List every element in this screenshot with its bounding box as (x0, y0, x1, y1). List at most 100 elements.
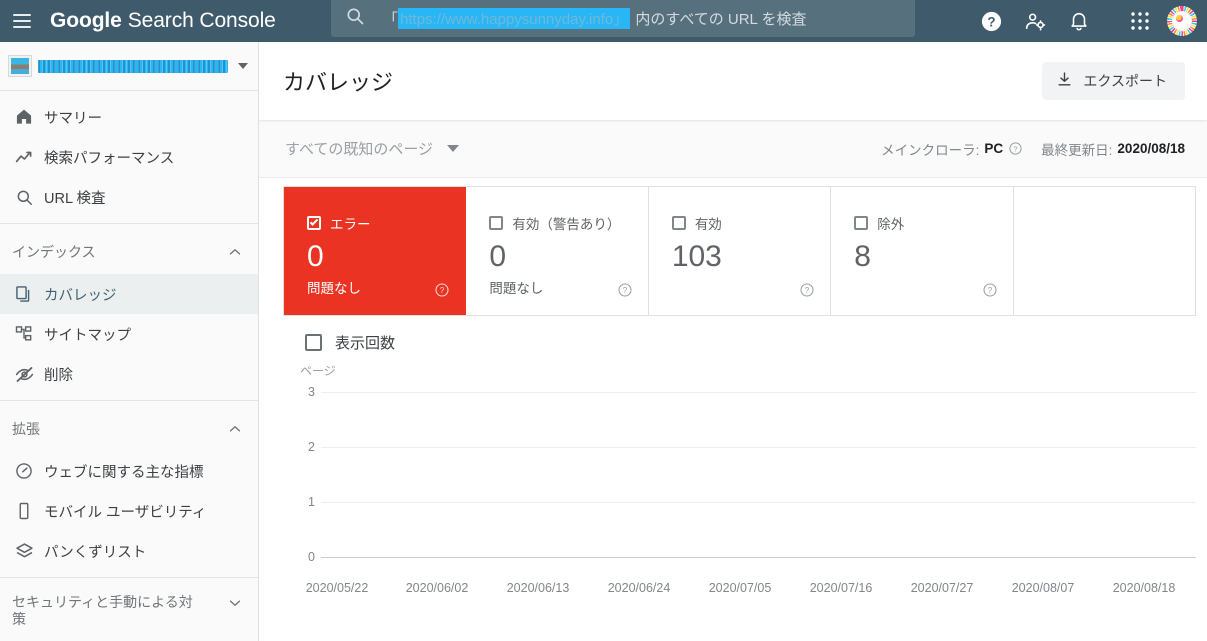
svg-text:?: ? (623, 286, 628, 295)
help-icon[interactable]: ? (969, 0, 1013, 42)
sidebar-item-label: パンくずリスト (44, 544, 147, 561)
sidebar-item-label: URL 検査 (44, 190, 106, 207)
card-checkbox[interactable] (671, 216, 686, 230)
sidebar-item-summary[interactable]: サマリー (0, 97, 258, 137)
main-crawler-info: メインクローラ: PC ? (881, 139, 1023, 159)
sidebar: サマリー 検索パフォーマンス URL 検査 インデックス カバレッジ サイトマッ… (0, 42, 259, 641)
help-circle-icon[interactable]: ? (799, 282, 815, 303)
sidebar-group-title: インデックス (12, 243, 96, 260)
chevron-down-icon (226, 594, 244, 612)
export-button-label: エクスポート (1083, 73, 1167, 89)
chart-y-tick: 0 (308, 550, 315, 564)
chart-y-tick: 1 (308, 495, 315, 509)
card-label: 有効（警告あり） (512, 217, 621, 232)
card-checkbox[interactable] (854, 216, 869, 230)
sidebar-item-coverage[interactable]: カバレッジ (0, 274, 258, 314)
svg-text:?: ? (440, 286, 445, 295)
bell-icon[interactable] (1057, 0, 1101, 42)
search-icon (345, 6, 365, 31)
chevron-up-icon (226, 420, 244, 438)
brand-google: Google (50, 9, 122, 32)
user-avatar[interactable] (1167, 6, 1197, 36)
chart-x-axis-line (321, 557, 1196, 558)
mobile-phone-icon (4, 501, 44, 521)
export-button[interactable]: エクスポート (1042, 62, 1185, 100)
chevron-up-icon (226, 243, 244, 261)
card-value: 103 (671, 240, 722, 273)
person-gear-icon[interactable] (1013, 0, 1057, 42)
chart-x-tick: 2020/06/13 (506, 581, 570, 595)
page-header: カバレッジ エクスポート (259, 42, 1207, 120)
legend-label: 表示回数 (335, 335, 396, 352)
svg-text:?: ? (987, 14, 995, 29)
chart-x-tick: 2020/08/07 (1011, 581, 1075, 595)
legend-checkbox[interactable] (305, 334, 322, 351)
page-title: カバレッジ (283, 70, 394, 95)
chart-x-tick: 2020/07/05 (708, 581, 772, 595)
apps-grid-icon[interactable] (1117, 0, 1163, 42)
hamburger-menu-icon[interactable] (0, 0, 42, 42)
top-bar-icon-group: ? (969, 0, 1199, 42)
card-checkbox[interactable] (307, 216, 321, 230)
card-checkbox[interactable] (489, 216, 504, 230)
download-icon (1056, 71, 1073, 91)
chart-x-tick: 2020/05/22 (305, 581, 369, 595)
app-brand: Google Search Console (50, 9, 276, 33)
sidebar-item-mobile-usability[interactable]: モバイル ユーザビリティ (0, 491, 258, 531)
trending-up-icon (4, 147, 44, 168)
search-bar-text: 「https://www.happysunnyday.info」 内のすべての … (383, 8, 807, 29)
svg-text:?: ? (987, 286, 992, 295)
status-card-error[interactable]: エラー 0 問題なし ? (284, 187, 467, 315)
status-card-excluded[interactable]: 除外 8 ? (831, 187, 1014, 315)
main-crawler-label: メインクローラ: (881, 142, 980, 158)
page-filter-value: すべての既知のページ (285, 141, 434, 158)
status-card-valid[interactable]: 有効 103 ? (648, 187, 832, 315)
pages-copy-icon (4, 284, 44, 304)
sidebar-item-label: カバレッジ (44, 287, 117, 304)
sidebar-item-url-inspection[interactable]: URL 検査 (0, 177, 258, 217)
chart-y-tick: 2 (308, 440, 315, 454)
chart-x-tick: 2020/08/18 (1112, 581, 1176, 595)
sidebar-group-header-enhancements[interactable]: 拡張 (0, 407, 258, 451)
top-app-bar: Google Search Console 「https://www.happys… (0, 0, 1207, 42)
card-label: エラー (330, 217, 371, 232)
chart-plot-area: ページ 3 2 1 0 (283, 364, 1196, 574)
help-circle-icon[interactable]: ? (982, 282, 998, 303)
chart-legend-impressions[interactable]: 表示回数 (283, 316, 1196, 353)
eye-off-icon (4, 364, 44, 385)
url-inspection-search-bar[interactable]: 「https://www.happysunnyday.info」 内のすべての … (331, 0, 915, 37)
chart-x-tick: 2020/07/27 (910, 581, 974, 595)
page-filter-dropdown[interactable]: すべての既知のページ (285, 138, 460, 159)
site-property-selector[interactable] (0, 42, 258, 91)
sidebar-item-core-web-vitals[interactable]: ウェブに関する主な指標 (0, 451, 258, 491)
chart-gridline (321, 447, 1196, 448)
sidebar-item-label: モバイル ユーザビリティ (44, 504, 207, 521)
coverage-content: エラー 0 問題なし ? 有効（警告あり） 0 問題なし ? 有効 103 ? … (259, 186, 1207, 602)
sidebar-item-label: サマリー (44, 110, 102, 127)
sitemap-icon (4, 324, 44, 344)
sidebar-group-header-security[interactable]: セキュリティと手動による対策 (0, 584, 258, 628)
help-circle-icon[interactable]: ? (617, 282, 633, 303)
sidebar-group-header-index[interactable]: インデックス (0, 230, 258, 274)
help-circle-icon[interactable]: ? (1008, 141, 1023, 156)
chart-y-tick: 3 (308, 385, 315, 399)
coverage-chart: 表示回数 ページ 3 2 1 0 2020/05/22 2020/06/02 2… (283, 316, 1196, 602)
chart-gridline (321, 502, 1196, 503)
site-thumbnail-icon (8, 55, 32, 77)
search-icon (4, 188, 44, 207)
sidebar-item-breadcrumbs[interactable]: パンくずリスト (0, 531, 258, 571)
last-updated-value: 2020/08/18 (1117, 141, 1185, 156)
last-updated-label: 最終更新日: (1041, 142, 1113, 158)
sidebar-group-title: セキュリティと手動による対策 (12, 594, 193, 627)
sidebar-item-label: 検索パフォーマンス (44, 150, 175, 167)
sidebar-item-removals[interactable]: 削除 (0, 354, 258, 394)
status-card-valid-with-warnings[interactable]: 有効（警告あり） 0 問題なし ? (466, 187, 649, 315)
chevron-down-icon (447, 145, 460, 152)
card-header: 除外 (854, 213, 1012, 233)
help-circle-icon[interactable]: ? (434, 282, 450, 303)
card-header: 有効（警告あり） (489, 213, 647, 233)
sidebar-item-sitemaps[interactable]: サイトマップ (0, 314, 258, 354)
sidebar-item-performance[interactable]: 検索パフォーマンス (0, 137, 258, 177)
search-prefix-quote: 「 (383, 11, 399, 28)
filter-bar: すべての既知のページ メインクローラ: PC ? 最終更新日: 2020/08/18 (259, 120, 1207, 178)
